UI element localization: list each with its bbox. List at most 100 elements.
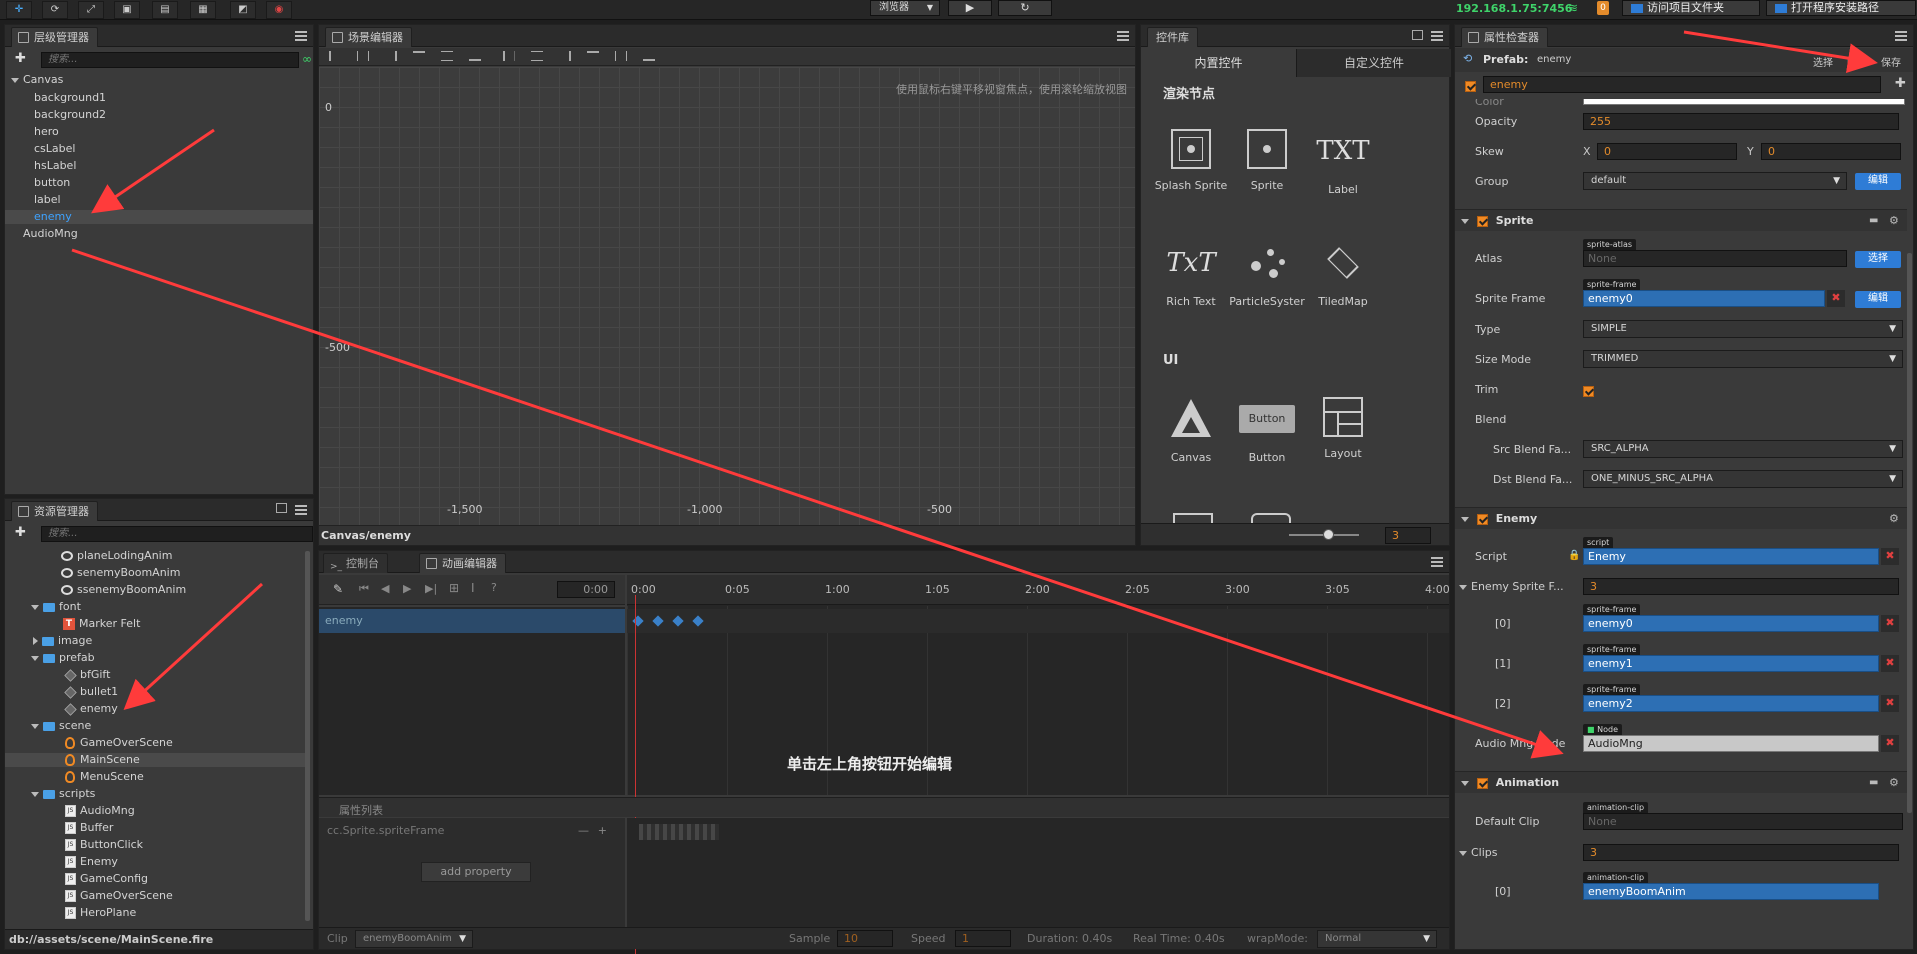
help-icon[interactable]: ? xyxy=(491,581,497,594)
tab-hierarchy[interactable]: 层级管理器 xyxy=(11,27,98,47)
widget-button[interactable]: Button Button xyxy=(1229,397,1305,464)
pivot-button[interactable]: ◩ xyxy=(230,1,256,19)
collapse-arrow-icon[interactable] xyxy=(33,637,38,645)
tree-node-label[interactable]: label xyxy=(5,193,313,207)
tree-node-background2[interactable]: background2 xyxy=(5,108,313,122)
tree-node-hero[interactable]: hero xyxy=(5,125,313,139)
ip-address[interactable]: 192.168.1.75:7456 xyxy=(1456,2,1572,15)
enemy-section-header[interactable]: Enemy ⚙ xyxy=(1455,507,1907,529)
timeline-ruler[interactable]: 0:00 0:05 1:00 1:05 2:00 2:05 3:00 3:05 … xyxy=(627,575,1450,605)
play-anim-icon[interactable]: ▶ xyxy=(403,582,411,595)
global-mode-button[interactable]: ▦ xyxy=(190,1,216,19)
rect-tool-button[interactable]: ▣ xyxy=(114,1,140,19)
script-field[interactable]: Enemy xyxy=(1583,548,1879,565)
expand-arrow-icon[interactable] xyxy=(31,604,39,610)
property-row[interactable]: cc.Sprite.spriteFrame — + xyxy=(319,820,625,842)
asset-bfgift[interactable]: bfGift xyxy=(5,668,305,682)
asset-ssenemyboomanim[interactable]: ssenemyBoomAnim xyxy=(5,583,305,597)
enemy-frames-count[interactable]: 3 xyxy=(1583,578,1899,595)
skew-y-input[interactable]: 0 xyxy=(1761,143,1901,160)
expand-arrow-icon[interactable] xyxy=(1461,516,1469,522)
audio-node-clear-icon[interactable]: ✖ xyxy=(1881,735,1899,752)
clips-count[interactable]: 3 xyxy=(1583,844,1899,861)
asset-senemyboomanim[interactable]: senemyBoomAnim xyxy=(5,566,305,580)
add-component-icon[interactable]: ✚ xyxy=(1895,76,1906,91)
keyframe-diamond[interactable] xyxy=(692,615,704,627)
tab-animation-editor[interactable]: 动画编辑器 xyxy=(419,553,506,573)
asset-folder-scene[interactable]: scene xyxy=(5,719,305,733)
script-clear-icon[interactable]: ✖ xyxy=(1881,548,1899,565)
frame1-clear-icon[interactable]: ✖ xyxy=(1881,655,1899,672)
sprite-enabled-checkbox[interactable] xyxy=(1476,215,1488,227)
widget-sprite[interactable]: Sprite xyxy=(1229,129,1305,192)
asset-folder-scripts[interactable]: scripts xyxy=(5,787,305,801)
widget-canvas[interactable]: Canvas xyxy=(1153,397,1229,464)
gear-icon[interactable]: ⚙ xyxy=(1889,508,1899,530)
frame2-field[interactable]: enemy2 xyxy=(1583,695,1879,712)
panel-menu-icon[interactable] xyxy=(1895,30,1907,42)
prefab-save-button[interactable]: 保存 xyxy=(1881,54,1901,69)
wrapmode-select[interactable]: Normal xyxy=(1317,930,1437,948)
distribute-middle-icon[interactable] xyxy=(615,51,627,61)
sprite-section-header[interactable]: Sprite ▬ ⚙ xyxy=(1455,209,1907,231)
asset-heroplane-script[interactable]: JS HeroPlane xyxy=(5,906,305,920)
add-property-button[interactable]: add property xyxy=(421,862,531,882)
frame2-clear-icon[interactable]: ✖ xyxy=(1881,695,1899,712)
edit-mode-icon[interactable]: ✎ xyxy=(333,582,343,596)
clip0-field[interactable]: enemyBoomAnim xyxy=(1583,883,1879,900)
atlas-choose-button[interactable]: 选择 xyxy=(1855,251,1901,268)
next-frame-icon[interactable]: ▶| xyxy=(425,582,437,595)
widget-layout[interactable]: Layout xyxy=(1305,397,1381,460)
notification-badge[interactable]: 0 xyxy=(1597,1,1609,15)
group-select[interactable]: default xyxy=(1583,172,1847,190)
expand-arrow-icon[interactable] xyxy=(1459,850,1467,856)
asset-menuscene[interactable]: MenuScene xyxy=(5,770,305,784)
widget-tiledmap[interactable]: TiledMap xyxy=(1305,241,1381,308)
atlas-field[interactable]: None xyxy=(1583,250,1847,267)
tree-node-background1[interactable]: background1 xyxy=(5,91,313,105)
expand-arrow-icon[interactable] xyxy=(11,77,19,83)
jump-first-icon[interactable]: ⏮ xyxy=(359,582,369,596)
distribute-left-icon[interactable] xyxy=(503,51,515,61)
frame1-field[interactable]: enemy1 xyxy=(1583,655,1879,672)
group-edit-button[interactable]: 编辑 xyxy=(1855,173,1901,190)
animation-enabled-checkbox[interactable] xyxy=(1476,777,1488,789)
asset-buffer-script[interactable]: JS Buffer xyxy=(5,821,305,835)
tab-console[interactable]: >_ 控制台 xyxy=(323,553,388,573)
asset-gameoverscene-script[interactable]: JS GameOverScene xyxy=(5,889,305,903)
frame0-clear-icon[interactable]: ✖ xyxy=(1881,615,1899,632)
book-icon[interactable]: ▬ xyxy=(1869,772,1878,794)
prev-frame-icon[interactable]: ◀ xyxy=(381,582,389,595)
audio-mng-node-field[interactable]: AudioMng xyxy=(1583,735,1879,752)
link-icon[interactable]: ∞ xyxy=(302,52,312,66)
enemy-enabled-checkbox[interactable] xyxy=(1476,513,1488,525)
panel-menu-icon[interactable] xyxy=(295,504,307,516)
remove-property-icon[interactable]: — xyxy=(578,820,589,842)
asset-mainscene[interactable]: MainScene xyxy=(5,753,305,767)
tree-node-cslabel[interactable]: csLabel xyxy=(5,142,313,156)
distribute-top-icon[interactable] xyxy=(587,51,599,61)
add-keyframe-plus-icon[interactable]: + xyxy=(598,820,607,842)
prefab-revert-button[interactable]: 回退 xyxy=(1847,54,1867,69)
widget-label[interactable]: TXT Label xyxy=(1305,129,1381,196)
asset-audiomng-script[interactable]: JS AudioMng xyxy=(5,804,305,818)
dst-blend-select[interactable]: ONE_MINUS_SRC_ALPHA xyxy=(1583,470,1903,488)
animation-section-header[interactable]: Animation ▬ ⚙ xyxy=(1455,771,1907,793)
add-keyframe-icon[interactable]: ⊞ xyxy=(449,581,459,595)
assets-scrollbar[interactable] xyxy=(305,551,310,921)
popout-icon[interactable] xyxy=(276,503,287,513)
panel-menu-icon[interactable] xyxy=(1431,556,1443,568)
tree-node-canvas[interactable]: Canvas xyxy=(5,73,313,87)
align-center-h-icon[interactable] xyxy=(357,51,369,61)
breadcrumb-text[interactable]: Canvas/enemy xyxy=(321,529,411,542)
align-middle-icon[interactable] xyxy=(441,51,453,61)
current-time-field[interactable]: 0:00 xyxy=(557,581,615,598)
expand-arrow-icon[interactable] xyxy=(1461,218,1469,224)
play-button[interactable]: ▶ xyxy=(948,0,992,16)
asset-folder-prefab[interactable]: prefab xyxy=(5,651,305,665)
add-node-button[interactable]: ✚ xyxy=(15,51,26,66)
asset-gameoverscene[interactable]: GameOverScene xyxy=(5,736,305,750)
clip-select[interactable]: enemyBoomAnim xyxy=(355,930,473,948)
expand-arrow-icon[interactable] xyxy=(1461,780,1469,786)
widget-rich-text[interactable]: TxT Rich Text xyxy=(1153,241,1229,308)
